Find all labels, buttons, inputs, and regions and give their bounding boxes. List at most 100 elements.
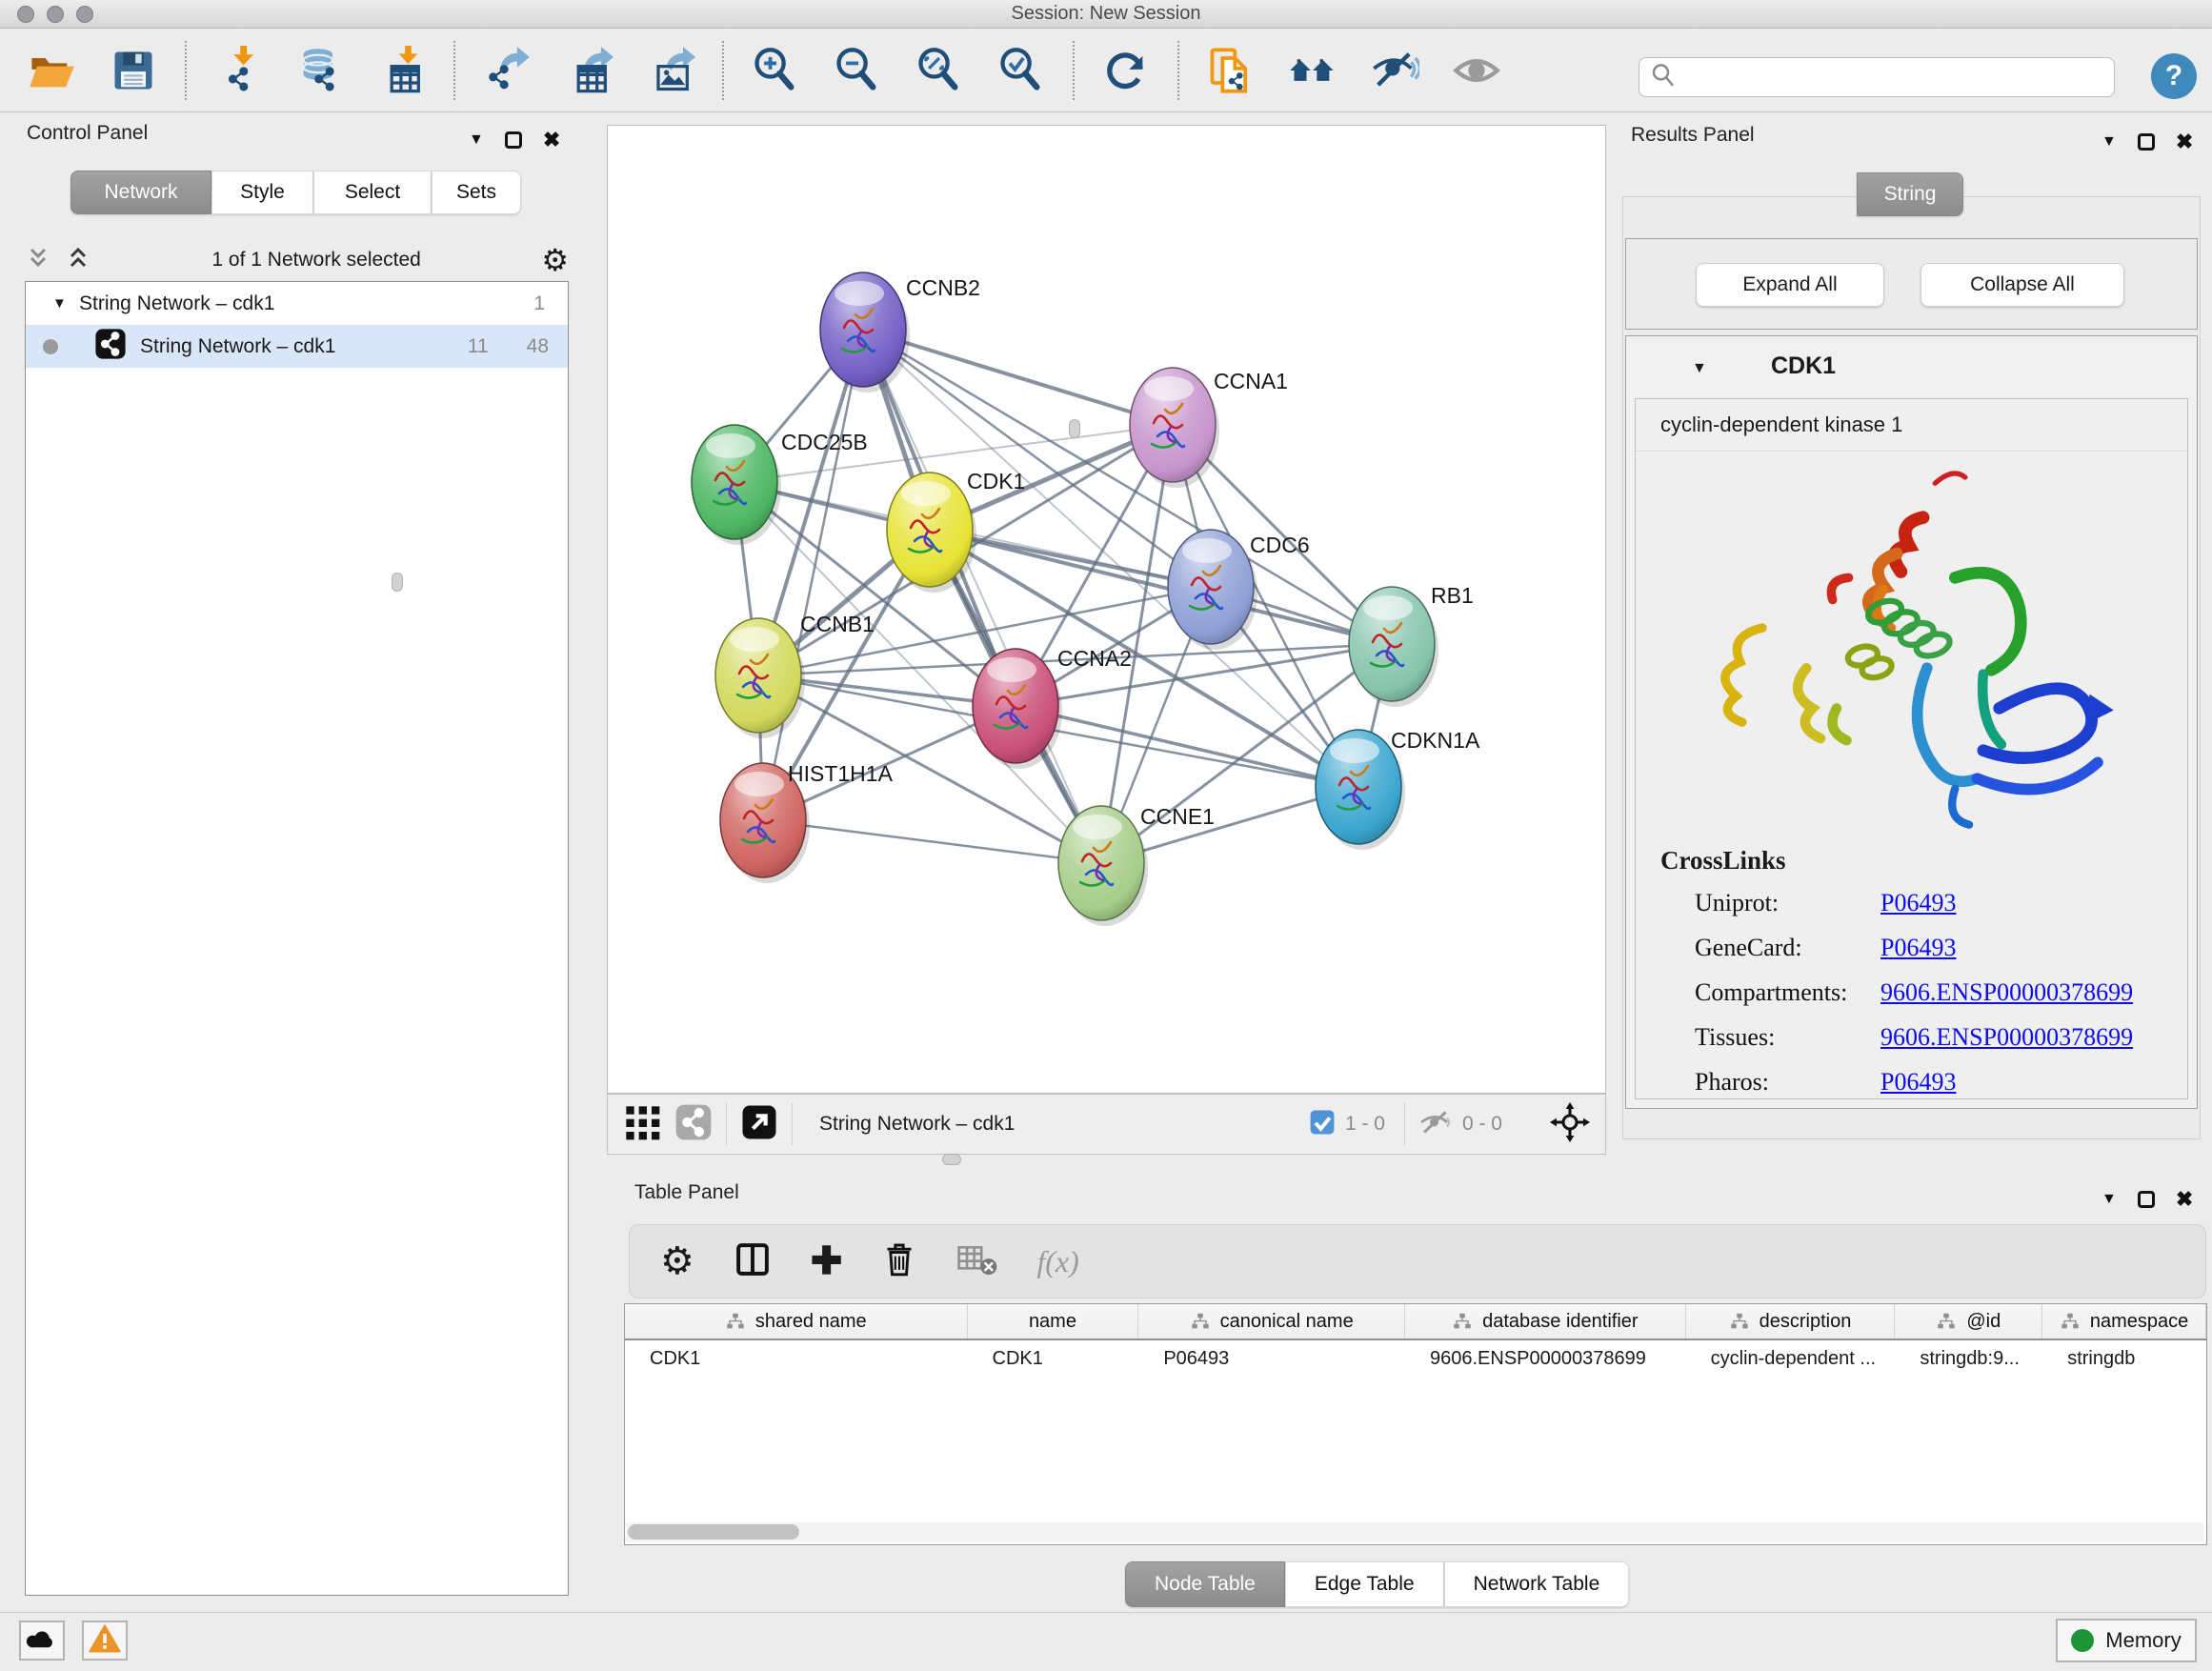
node-RB1[interactable]: RB1 bbox=[1349, 583, 1474, 707]
add-column-icon[interactable]: ✚ bbox=[811, 1242, 843, 1280]
tab-node-table[interactable]: Node Table bbox=[1125, 1561, 1285, 1607]
node-CDC6[interactable]: CDC6 bbox=[1168, 530, 1310, 650]
tab-network[interactable]: Network bbox=[70, 171, 211, 214]
network-view-icon[interactable] bbox=[674, 1103, 713, 1146]
crosslink-link[interactable]: 9606.ENSP00000378699 bbox=[1880, 978, 2133, 1007]
grid-view-icon[interactable] bbox=[623, 1103, 661, 1146]
node-CCNE1[interactable]: CCNE1 bbox=[1058, 804, 1215, 926]
network-canvas[interactable]: CCNB2CCNA1CDC25BCDK1CDC6RB1CCNB1CCNA2CDK… bbox=[607, 125, 1606, 1094]
edge-CCNB2-CCNE1[interactable] bbox=[863, 330, 1101, 863]
import-network-database-icon[interactable] bbox=[293, 44, 347, 97]
column-header-sharedname[interactable]: shared name bbox=[625, 1304, 968, 1339]
first-neighbors-icon[interactable] bbox=[1286, 44, 1339, 97]
show-all-icon[interactable] bbox=[1450, 44, 1503, 97]
hide-selection-icon[interactable] bbox=[1368, 44, 1421, 97]
tab-string[interactable]: String bbox=[1857, 172, 1963, 216]
edge-CDK1-RB1[interactable] bbox=[930, 530, 1392, 644]
column-header-databaseidentifier[interactable]: database identifier bbox=[1405, 1304, 1686, 1339]
export-image-icon[interactable] bbox=[644, 44, 697, 97]
tab-style[interactable]: Style bbox=[211, 171, 313, 214]
import-table-icon[interactable] bbox=[375, 44, 429, 97]
table-horizontal-scrollbar[interactable] bbox=[626, 1522, 2203, 1541]
collapse-all-icon[interactable] bbox=[25, 245, 51, 276]
crosslink-link[interactable]: 9606.ENSP00000378699 bbox=[1880, 1023, 2133, 1052]
entry-collapse-icon[interactable]: ▼ bbox=[1692, 360, 1707, 377]
table-cell[interactable]: P06493 bbox=[1138, 1340, 1405, 1379]
table-cell[interactable]: CDK1 bbox=[968, 1340, 1139, 1379]
scrollbar-thumb[interactable] bbox=[628, 1524, 799, 1540]
crosslink-link[interactable]: P06493 bbox=[1880, 889, 1956, 917]
splitter-grip-vertical[interactable] bbox=[1069, 419, 1080, 438]
crosslink-link[interactable]: P06493 bbox=[1880, 1068, 1956, 1097]
zoom-selected-icon[interactable] bbox=[995, 44, 1048, 97]
warnings-button[interactable] bbox=[82, 1621, 128, 1661]
zoom-fit-icon[interactable] bbox=[913, 44, 966, 97]
results-panel-menu-icon[interactable]: ▼ bbox=[2101, 133, 2117, 151]
network-graph[interactable]: CCNB2CCNA1CDC25BCDK1CDC6RB1CCNB1CCNA2CDK… bbox=[608, 126, 1605, 1093]
refresh-layout-icon[interactable] bbox=[1099, 44, 1153, 97]
table-panel-menu-icon[interactable]: ▼ bbox=[2101, 1191, 2117, 1208]
hidden-eye-icon[interactable] bbox=[1418, 1108, 1453, 1141]
results-panel-close-icon[interactable]: ✖ bbox=[2176, 130, 2193, 154]
new-network-from-selection-icon[interactable] bbox=[1204, 44, 1257, 97]
tab-network-table[interactable]: Network Table bbox=[1444, 1561, 1630, 1607]
delete-table-icon[interactable] bbox=[956, 1242, 998, 1281]
export-table-icon[interactable] bbox=[562, 44, 615, 97]
memory-button[interactable]: Memory bbox=[2056, 1619, 2197, 1662]
show-columns-icon[interactable] bbox=[733, 1239, 773, 1284]
table-row[interactable]: CDK1CDK1P064939606.ENSP00000378699cyclin… bbox=[625, 1340, 2206, 1379]
network-options-gear-icon[interactable]: ⚙ bbox=[541, 245, 569, 275]
column-header-namespace[interactable]: namespace bbox=[2042, 1304, 2206, 1339]
column-header-canonicalname[interactable]: canonical name bbox=[1138, 1304, 1405, 1339]
table-cell[interactable]: 9606.ENSP00000378699 bbox=[1405, 1340, 1686, 1379]
collapse-all-button[interactable]: Collapse All bbox=[1920, 263, 2124, 307]
edge-CCNB2-HIST1H1A[interactable] bbox=[763, 330, 863, 820]
column-header-id[interactable]: @id bbox=[1895, 1304, 2042, 1339]
network-tree-item-row[interactable]: String Network – cdk1 11 48 bbox=[26, 325, 568, 368]
control-panel-float-icon[interactable] bbox=[505, 131, 522, 149]
zoom-out-icon[interactable] bbox=[831, 44, 884, 97]
import-network-file-icon[interactable] bbox=[211, 44, 265, 97]
export-network-icon[interactable] bbox=[480, 44, 533, 97]
node-CCNA2[interactable]: CCNA2 bbox=[973, 646, 1132, 769]
close-window-button[interactable] bbox=[17, 6, 34, 23]
minimize-window-button[interactable] bbox=[47, 6, 64, 23]
window-titlebar[interactable]: Session: New Session bbox=[0, 0, 2212, 29]
expand-all-button[interactable]: Expand All bbox=[1696, 263, 1884, 307]
network-tree-root-row[interactable]: ▼ String Network – cdk1 1 bbox=[26, 282, 568, 325]
splitter-grip-horizontal[interactable] bbox=[942, 1154, 961, 1165]
control-panel-close-icon[interactable]: ✖ bbox=[543, 128, 560, 152]
column-header-name[interactable]: name bbox=[968, 1304, 1139, 1339]
splitter-grip-control[interactable] bbox=[392, 573, 403, 592]
tab-select[interactable]: Select bbox=[313, 171, 432, 214]
expand-all-icon[interactable] bbox=[65, 245, 91, 276]
results-panel-float-icon[interactable] bbox=[2138, 133, 2155, 151]
edge-CCNB2-CCNA1[interactable] bbox=[863, 330, 1173, 425]
zoom-window-button[interactable] bbox=[76, 6, 93, 23]
search-input[interactable] bbox=[1678, 67, 2097, 89]
node-CDC25B[interactable]: CDC25B bbox=[692, 425, 868, 545]
selected-checkbox-icon[interactable] bbox=[1309, 1109, 1336, 1140]
zoom-in-icon[interactable] bbox=[749, 44, 802, 97]
node-CCNA1[interactable]: CCNA1 bbox=[1130, 368, 1288, 488]
fit-selected-crosshair-icon[interactable] bbox=[1550, 1102, 1590, 1147]
tab-sets[interactable]: Sets bbox=[432, 171, 521, 214]
table-cell[interactable]: stringdb:9... bbox=[1895, 1340, 2042, 1379]
column-header-description[interactable]: description bbox=[1686, 1304, 1896, 1339]
tree-collapse-icon[interactable]: ▼ bbox=[52, 295, 79, 312]
table-cell[interactable]: CDK1 bbox=[625, 1340, 968, 1379]
open-session-icon[interactable] bbox=[25, 44, 78, 97]
table-panel-close-icon[interactable]: ✖ bbox=[2176, 1187, 2193, 1212]
save-session-icon[interactable] bbox=[107, 44, 160, 97]
function-builder-icon[interactable]: f(x) bbox=[1036, 1244, 1078, 1279]
control-panel-menu-icon[interactable]: ▼ bbox=[469, 131, 484, 149]
node-CDKN1A[interactable]: CDKN1A bbox=[1316, 728, 1480, 850]
cloud-button[interactable] bbox=[19, 1621, 65, 1661]
table-settings-gear-icon[interactable]: ⚙ bbox=[660, 1242, 694, 1280]
delete-column-icon[interactable] bbox=[880, 1239, 918, 1284]
crosslink-link[interactable]: P06493 bbox=[1880, 934, 1956, 962]
help-button[interactable]: ? bbox=[2151, 53, 2197, 99]
edge-HIST1H1A-CCNE1[interactable] bbox=[763, 820, 1101, 863]
node-CCNB2[interactable]: CCNB2 bbox=[820, 272, 980, 393]
open-in-window-icon[interactable] bbox=[740, 1103, 778, 1146]
